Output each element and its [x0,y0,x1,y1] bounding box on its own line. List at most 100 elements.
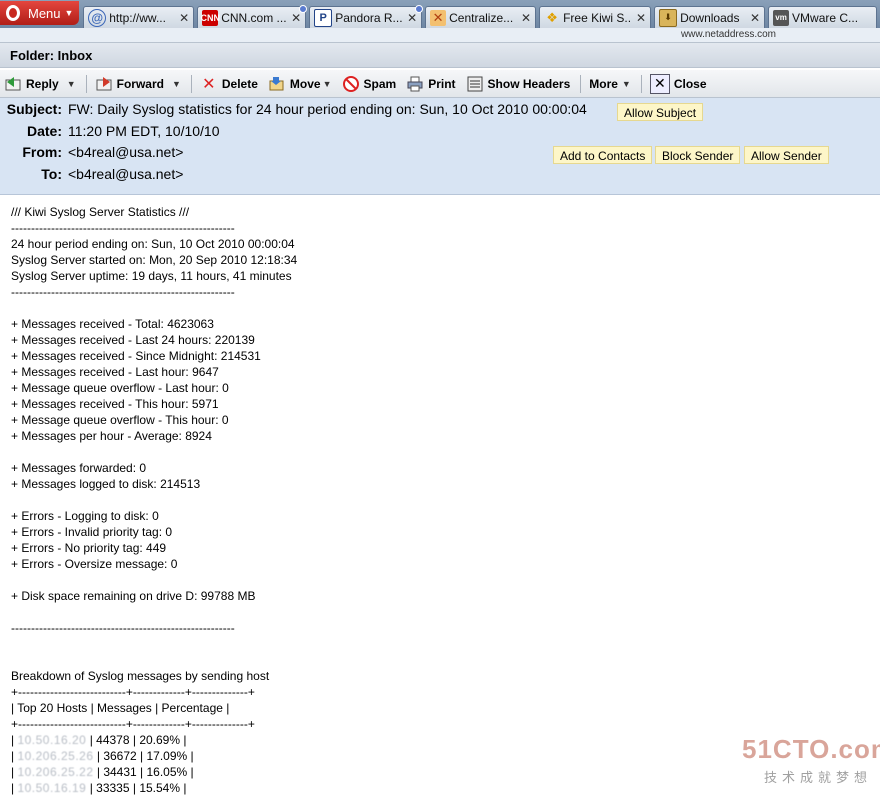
print-button[interactable]: Print [406,72,456,96]
body-line: Syslog Server started on: Mon, 20 Sep 20… [11,253,298,267]
chevron-down-icon[interactable]: ▼ [67,79,76,89]
tab-title: http://ww... [109,10,166,25]
tab-title: VMware C... [792,10,859,25]
message-body: /// Kiwi Syslog Server Statistics /// ---… [11,204,871,796]
date-label: Date: [26,123,62,139]
move-label: Move [289,76,321,91]
x-logo-icon: ✕ [430,9,447,26]
browser-tab[interactable]: @ http://ww... ✕ [83,6,195,28]
body-line: +---------------------------+-----------… [11,717,255,731]
browser-tab[interactable]: ✕ Centralize... ✕ [425,6,537,28]
spam-label: Spam [363,76,397,91]
to-label: To: [41,166,62,182]
body-line: +---------------------------+-----------… [11,685,255,699]
pandora-icon: P [314,8,333,27]
body-line: ----------------------------------------… [11,221,235,235]
body-line [11,636,871,652]
subject-label: Subject: [6,101,62,117]
host-messages: 34431 [103,765,137,779]
headers-icon [466,75,484,93]
body-line: + Errors - Oversize message: 0 [11,557,178,571]
allow-subject-button[interactable]: Allow Subject [617,103,704,121]
close-tab-icon[interactable]: ✕ [521,11,531,25]
at-icon: @ [88,8,107,27]
browser-tab[interactable]: CNN CNN.com ... ✕ [197,5,308,28]
from-label: From: [22,144,62,160]
folder-move-icon [268,75,286,93]
to-row: To: <b4real@usa.net> [0,166,880,188]
body-line: + Messages received - This hour: 5971 [11,397,219,411]
body-line: + Messages per hour - Average: 8924 [11,429,212,443]
body-line [11,444,871,460]
reply-button[interactable]: Reply ▼ [4,72,76,96]
block-sender-button[interactable]: Block Sender [655,146,741,164]
host-percentage: 16.05% [146,765,188,779]
browser-tab[interactable]: ⬇ Downloads ✕ [654,6,766,28]
watermark-brand: 51CTO.com [742,734,880,764]
from-value[interactable]: <b4real@usa.net> [68,144,183,160]
more-button[interactable]: More ▼ [589,72,631,96]
body-line: + Messages received - Last hour: 9647 [11,365,219,379]
folder-title: Folder: Inbox [10,48,93,63]
reply-label: Reply [26,76,59,91]
more-label: More [589,76,618,91]
browser-tab[interactable]: P Pandora R... ✕ [309,5,424,28]
downloads-icon: ⬇ [659,8,678,27]
toolbar-divider [580,74,582,93]
kiwi-icon: ❖ [546,9,558,25]
spam-button[interactable]: Spam [342,72,397,96]
forward-button[interactable]: Forward ▼ [95,72,181,96]
opera-logo-icon [6,5,20,21]
body-line [11,300,871,316]
forward-icon [95,75,113,93]
delete-label: Delete [221,76,258,91]
to-value[interactable]: <b4real@usa.net> [68,166,183,182]
close-tab-icon[interactable]: ✕ [750,11,760,25]
body-line [11,572,871,588]
show-headers-button[interactable]: Show Headers [466,72,570,96]
reply-icon [4,75,22,93]
body-line: Syslog Server uptime: 19 days, 11 hours,… [11,269,292,283]
close-button[interactable]: ✕ Close [649,72,707,96]
body-line [11,604,871,620]
chevron-down-icon[interactable]: ▼ [172,79,181,89]
tab-activity-indicator [415,5,424,13]
host-ip: 10.206.25.26 [17,749,94,763]
forward-label: Forward [116,76,164,91]
close-tab-icon[interactable]: ✕ [636,11,646,25]
close-tab-icon[interactable]: ✕ [179,11,189,25]
table-border: | [187,749,194,763]
close-tab-icon[interactable]: ✕ [291,11,301,25]
date-row: Date: 11:20 PM EDT, 10/10/10 [0,123,880,145]
browser-tab[interactable]: vm VMware C... [768,6,878,28]
body-line: + Disk space remaining on drive D: 99788… [11,589,256,603]
toolbar-divider [640,74,642,93]
browser-menu-button[interactable]: Menu ▼ [0,1,80,25]
table-border: | [136,749,147,763]
table-border: | [180,781,187,795]
browser-tab-strip: Menu ▼ @ http://ww... ✕ CNN CNN.com ... … [0,0,880,28]
body-line: + Messages received - Last 24 hours: 220… [11,333,255,347]
table-border: | [129,781,140,795]
delete-x-icon: ✕ [202,75,216,93]
host-percentage: 15.54% [139,781,181,795]
print-label: Print [428,76,456,91]
message-header: Subject: FW: Daily Syslog statistics for… [0,98,880,195]
move-button[interactable]: Move ▼ [268,72,332,96]
add-to-contacts-button[interactable]: Add to Contacts [553,146,653,164]
host-messages: 33335 [96,781,130,795]
close-label: Close [673,76,707,91]
browser-tab[interactable]: ❖ Free Kiwi S... ✕ [539,6,652,28]
chevron-down-icon[interactable]: ▼ [323,79,332,89]
close-icon: ✕ [649,73,670,94]
folder-title-bar: Folder: Inbox [0,42,880,68]
tab-title: Centralize... [449,10,514,25]
allow-sender-button[interactable]: Allow Sender [744,146,829,164]
table-border: | [136,765,147,779]
tab-title: Pandora R... [335,10,403,25]
toolbar-divider [190,74,192,93]
close-tab-icon[interactable]: ✕ [407,11,417,25]
printer-icon [406,75,424,93]
vmware-icon: vm [773,9,790,26]
delete-button[interactable]: ✕ Delete [200,72,258,96]
